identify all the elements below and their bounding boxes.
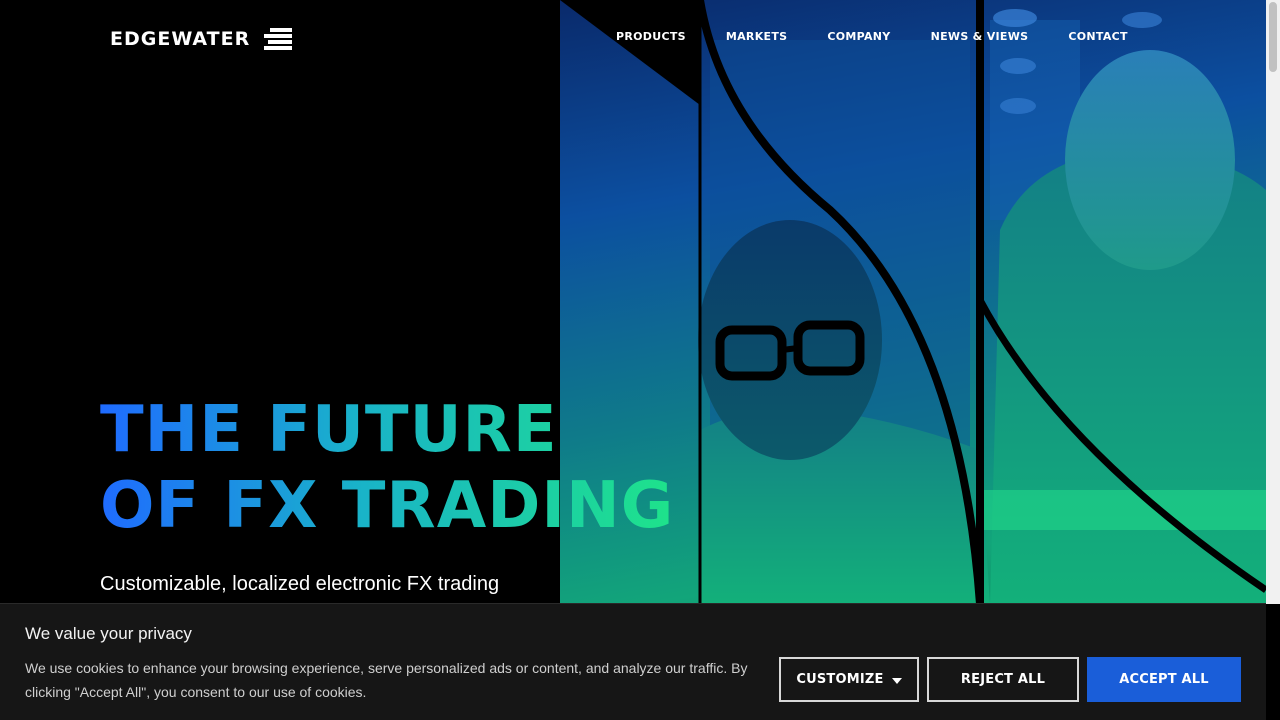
customize-button-label: CUSTOMIZE [796,672,884,687]
reject-all-button[interactable]: REJECT ALL [927,657,1079,702]
nav-item-products[interactable]: PRODUCTS [616,30,686,43]
caret-down-icon [891,677,902,684]
main-nav: PRODUCTS MARKETS COMPANY NEWS & VIEWS CO… [616,30,1128,43]
nav-item-contact[interactable]: CONTACT [1068,30,1127,43]
customize-button[interactable]: CUSTOMIZE [779,657,919,702]
brand-logo[interactable]: EDGEWATER [110,28,293,50]
cookie-description: We use cookies to enhance your browsing … [25,660,748,700]
headline-line-2: OF FX TRADING [100,469,675,543]
hero-headline: THE FUTURE OF FX TRADING [100,392,674,544]
scrollbar-thumb[interactable] [1269,2,1277,72]
page-scrollbar[interactable] [1266,0,1280,604]
headline-line-1: THE FUTURE [100,392,674,468]
site-header: EDGEWATER PRODUCTS MARKETS COMPANY NEWS … [0,0,1266,80]
cookie-consent-banner: We value your privacy We use cookies to … [0,603,1266,720]
hero-subheadline: Customizable, localized electronic FX tr… [100,573,500,595]
cookie-title: We value your privacy [25,624,192,643]
brand-name: EDGEWATER [110,28,251,50]
nav-item-markets[interactable]: MARKETS [726,30,788,43]
nav-item-company[interactable]: COMPANY [827,30,890,43]
edgewater-stripes-icon [264,28,293,50]
nav-item-news-views[interactable]: NEWS & VIEWS [931,30,1029,43]
accept-all-button[interactable]: ACCEPT ALL [1087,657,1241,702]
cookie-actions: CUSTOMIZE REJECT ALL ACCEPT ALL [779,657,1241,702]
